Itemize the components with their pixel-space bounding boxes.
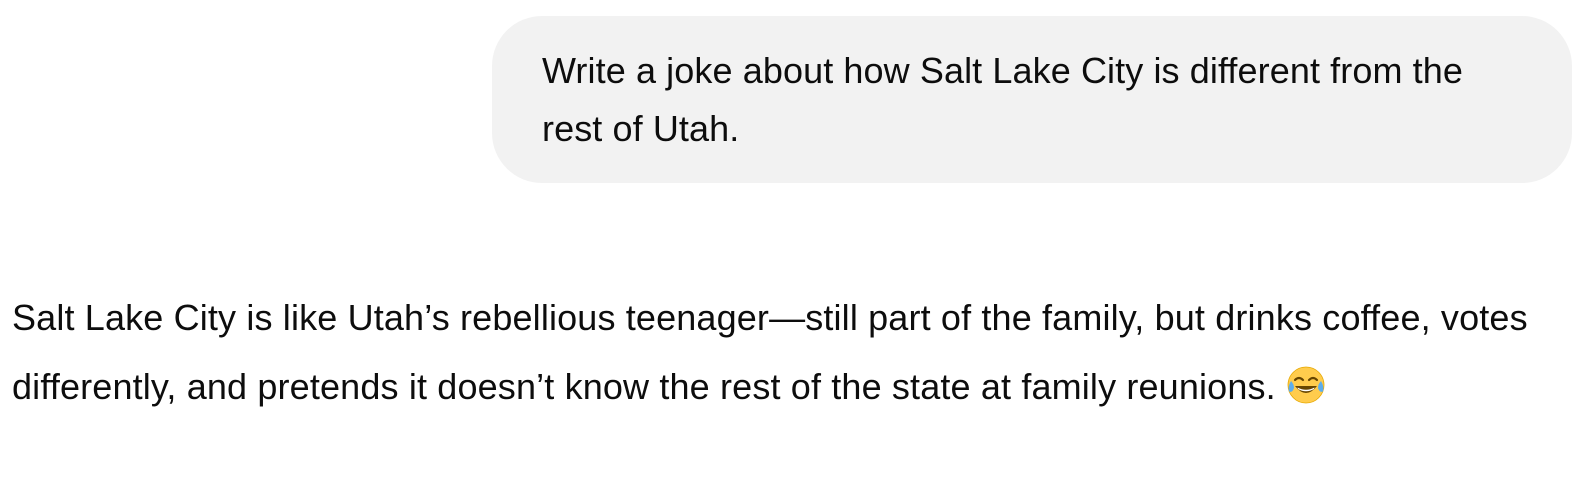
chat-thread: Write a joke about how Salt Lake City is… — [0, 0, 1586, 494]
assistant-message-paragraph: Salt Lake City is like Utah’s rebellious… — [12, 283, 1572, 421]
face-with-tears-of-joy-icon — [1286, 358, 1326, 404]
user-message-bubble: Write a joke about how Salt Lake City is… — [492, 16, 1572, 183]
assistant-message: Salt Lake City is like Utah’s rebellious… — [12, 283, 1572, 421]
user-message-row: Write a joke about how Salt Lake City is… — [492, 16, 1572, 183]
